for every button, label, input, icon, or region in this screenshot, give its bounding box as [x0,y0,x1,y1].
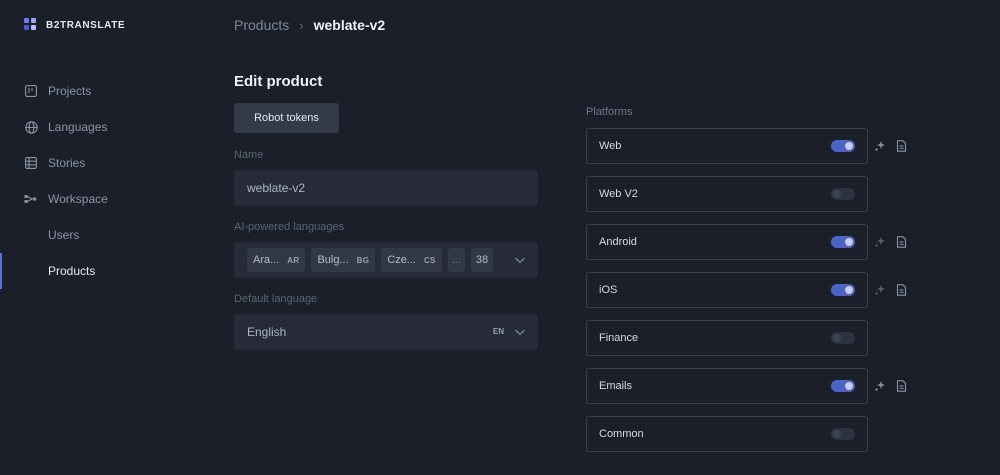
language-chip-code: CS [423,255,436,265]
language-chip-czech[interactable]: Cze... CS [381,248,442,272]
document-icon[interactable] [895,236,907,248]
platform-toggle[interactable] [831,380,855,392]
document-icon[interactable] [895,284,907,296]
platform-actions [874,236,907,248]
language-chip-name: Bulg... [317,254,349,266]
breadcrumb-products-link[interactable]: Products [234,17,289,33]
platform-toggle[interactable] [831,428,855,440]
page-title: Edit product [234,73,323,90]
breadcrumb-current: weblate-v2 [313,17,386,33]
language-chip-bulgarian[interactable]: Bulg... BG [311,248,376,272]
sidebar-nav: Projects Languages Stories Workspace Use… [0,73,200,289]
breadcrumb: Products › weblate-v2 [234,17,385,33]
workspace-icon [24,192,38,206]
b2translate-logo-icon [24,18,38,32]
sidebar-item-label: Stories [48,156,86,170]
platform-actions [874,284,907,296]
platform-common[interactable]: Common [586,416,868,452]
document-icon[interactable] [895,140,907,152]
chevron-down-icon[interactable] [514,254,526,266]
sidebar-item-projects[interactable]: Projects [0,73,200,109]
sidebar-item-languages[interactable]: Languages [0,109,200,145]
sidebar-item-products[interactable]: Products [0,253,200,289]
platform-toggle[interactable] [831,332,855,344]
platform-emails[interactable]: Emails [586,368,868,404]
brand-name: B2TRANSLATE [46,19,126,31]
platform-name: Emails [599,380,633,392]
platform-toggle[interactable] [831,188,855,200]
platform-toggle[interactable] [831,284,855,296]
platforms-label: Platforms [586,106,633,118]
platform-toggle[interactable] [831,236,855,248]
sparkle-icon[interactable] [874,236,886,248]
language-chip-arabic[interactable]: Ara... AR [247,248,306,272]
sidebar-item-label: Products [48,264,96,278]
document-icon[interactable] [895,380,907,392]
platform-name: Common [599,428,644,440]
globe-icon [24,120,38,134]
language-chip-code: BG [356,255,370,265]
platform-name: Android [599,236,637,248]
default-language-code: EN [492,327,504,336]
list-icon [24,156,38,170]
platform-web[interactable]: Web [586,128,868,164]
platform-android[interactable]: Android [586,224,868,260]
ai-languages-label: AI-powered languages [234,221,345,233]
platform-actions [874,140,907,152]
board-icon [24,84,38,98]
default-language-value: English [247,325,287,339]
platform-name: Finance [599,332,639,344]
language-count-badge: 38 [470,248,494,272]
default-language-label: Default language [234,293,318,305]
sparkle-icon[interactable] [874,380,886,392]
sidebar-item-stories[interactable]: Stories [0,145,200,181]
platform-name: Web V2 [599,188,638,200]
sidebar: B2TRANSLATE Projects Languages Stories W… [0,0,200,475]
platform-web-v2[interactable]: Web V2 [586,176,868,212]
brand-logo[interactable]: B2TRANSLATE [24,18,125,32]
sidebar-item-users[interactable]: Users [0,217,200,253]
language-chip-name: Cze... [387,254,416,266]
robot-tokens-button[interactable]: Robot tokens [234,103,339,133]
ai-languages-select[interactable]: Ara... AR Bulg... BG Cze... CS ... 38 [234,242,538,278]
name-value: weblate-v2 [247,181,306,195]
sparkle-icon[interactable] [874,140,886,152]
platform-toggle[interactable] [831,140,855,152]
language-chip-overflow: ... [447,248,465,272]
sidebar-item-label: Users [48,228,80,242]
name-field[interactable]: weblate-v2 [234,170,538,206]
platform-ios[interactable]: iOS [586,272,868,308]
platform-name: iOS [599,284,618,296]
sidebar-item-workspace[interactable]: Workspace [0,181,200,217]
language-chip-code: AR [287,255,300,265]
sparkle-icon[interactable] [874,284,886,296]
sidebar-item-label: Languages [48,120,108,134]
platform-actions [874,380,907,392]
default-language-select[interactable]: English EN [234,314,538,350]
language-chip-name: Ara... [253,254,280,266]
name-label: Name [234,149,264,161]
chevron-down-icon[interactable] [514,326,526,338]
sidebar-item-label: Projects [48,84,92,98]
breadcrumb-separator: › [299,17,304,33]
platform-finance[interactable]: Finance [586,320,868,356]
platform-name: Web [599,140,622,152]
sidebar-item-label: Workspace [48,192,108,206]
